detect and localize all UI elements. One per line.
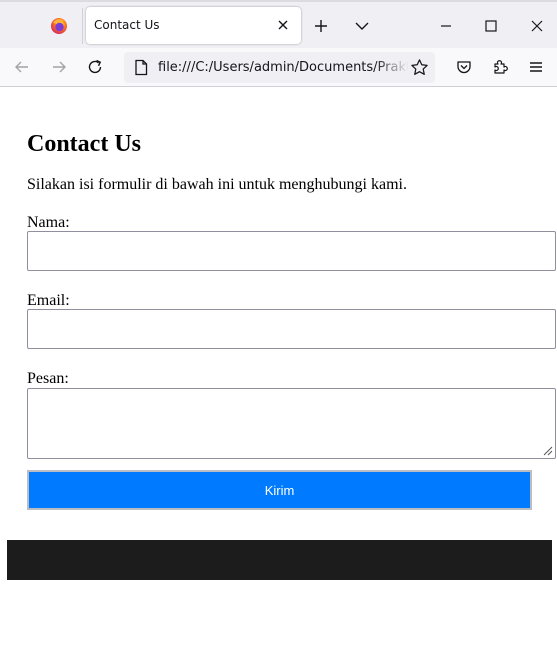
name-field[interactable] (27, 231, 556, 271)
address-bar[interactable]: file:///C:/Users/admin/Documents/Praktik… (124, 52, 435, 83)
page-title: Contact Us (27, 131, 141, 157)
name-label: Nama: (27, 214, 70, 231)
url-text[interactable]: file:///C:/Users/admin/Documents/Praktik… (158, 60, 408, 75)
url-fade (374, 52, 409, 83)
message-label: Pesan: (27, 370, 69, 387)
maximize-icon[interactable] (482, 17, 500, 35)
chevron-down-icon[interactable] (353, 17, 371, 35)
plus-icon[interactable] (312, 17, 330, 35)
firefox-logo-icon[interactable] (50, 17, 68, 35)
footer (7, 540, 552, 580)
page-icon (135, 59, 148, 76)
resize-grip-icon[interactable] (541, 444, 553, 456)
intro-text: Silakan isi formulir di bawah ini untuk … (27, 176, 407, 193)
minimize-icon[interactable] (437, 17, 455, 35)
arrow-left-icon[interactable] (13, 58, 31, 76)
tab-separator (82, 8, 83, 44)
arrow-right-icon[interactable] (50, 58, 68, 76)
puzzle-icon[interactable] (491, 58, 509, 76)
navigation-toolbar: file:///C:/Users/admin/Documents/Praktik… (0, 48, 557, 87)
tab-strip: Contact Us (0, 0, 557, 48)
tab-contact-us[interactable]: Contact Us (86, 7, 301, 44)
window-close-icon[interactable] (528, 17, 546, 35)
email-field[interactable] (27, 309, 556, 349)
email-label: Email: (27, 292, 70, 309)
reload-icon[interactable] (86, 58, 104, 76)
page-content: Contact Us Silakan isi formulir di bawah… (0, 88, 557, 647)
tab-title: Contact Us (94, 18, 160, 32)
message-field[interactable] (27, 388, 556, 459)
star-icon[interactable] (410, 58, 429, 77)
tab-close-icon[interactable] (276, 18, 290, 32)
pocket-icon[interactable] (455, 58, 473, 76)
submit-button[interactable]: Kirim (27, 470, 532, 510)
hamburger-icon[interactable] (527, 58, 545, 76)
